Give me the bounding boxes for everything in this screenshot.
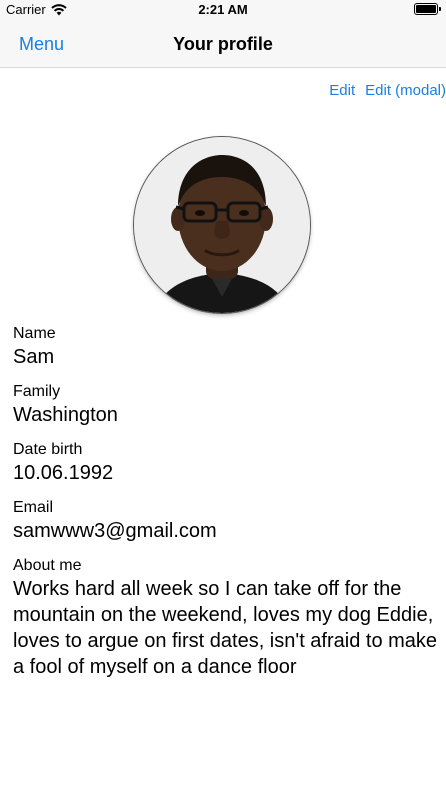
- profile-photo: [134, 137, 310, 313]
- edit-modal-button[interactable]: Edit (modal): [365, 82, 446, 99]
- status-time: 2:21 AM: [198, 2, 248, 17]
- name-field: Name Sam: [13, 324, 438, 370]
- birth-date-field: Date birth 10.06.1992: [13, 440, 438, 486]
- family-field: Family Washington: [13, 382, 438, 428]
- name-value: Sam: [13, 346, 55, 368]
- avatar: [134, 137, 310, 313]
- name-label: Name: [13, 325, 56, 342]
- about-me-label: About me: [13, 557, 82, 574]
- birth-date-label: Date birth: [13, 441, 83, 458]
- page-title: Your profile: [173, 34, 273, 54]
- status-bar: Carrier 2:21 AM: [0, 0, 446, 20]
- family-value: Washington: [13, 404, 118, 426]
- edit-button[interactable]: Edit: [329, 82, 355, 99]
- email-value: samwww3@gmail.com: [13, 520, 217, 542]
- battery-icon: [414, 3, 438, 15]
- profile-actions: Edit Edit (modal): [329, 82, 446, 99]
- about-me-value: Works hard all week so I can take off fo…: [13, 578, 438, 678]
- family-label: Family: [13, 383, 61, 400]
- birth-date-value: 10.06.1992: [13, 462, 114, 484]
- battery-cap: [439, 7, 441, 11]
- navigation-bar: Menu Your profile: [0, 20, 446, 68]
- about-me-field: About me Works hard all week so I can ta…: [13, 556, 438, 680]
- email-label: Email: [13, 499, 54, 516]
- email-field: Email samwww3@gmail.com: [13, 498, 438, 544]
